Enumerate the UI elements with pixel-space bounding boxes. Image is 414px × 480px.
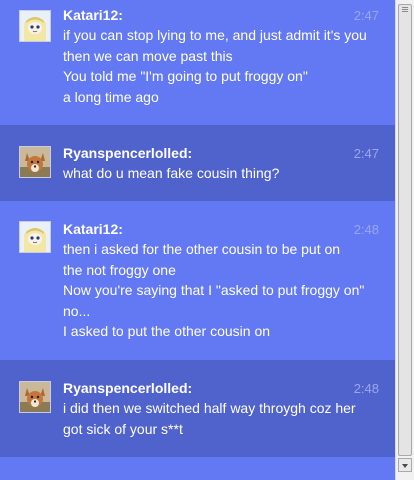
- sender-name: Ryanspencerlolled:: [63, 145, 193, 161]
- message-line: if you can stop lying to me, and just ad…: [63, 27, 367, 43]
- scrollbar-grip-icon: [402, 7, 408, 8]
- message-body: what do u mean fake cousin thing?: [63, 163, 383, 184]
- vertical-scrollbar[interactable]: [395, 0, 414, 480]
- chevron-down-icon: [402, 464, 408, 468]
- message-body: then i asked for the other cousin to be …: [63, 239, 383, 342]
- message-timestamp: 2:48: [353, 222, 379, 237]
- message-line: a long time ago: [63, 88, 159, 105]
- scroll-down-button[interactable]: [398, 458, 412, 472]
- message-line: what do u mean fake cousin thing?: [63, 165, 280, 181]
- chat-window: Katari12: 2:47 if you can stop lying to …: [0, 0, 414, 480]
- message-line: then i asked for the other cousin to be …: [63, 241, 341, 257]
- message-line: then we can move past this: [63, 47, 233, 64]
- message-line: i did then we switched half way throygh …: [63, 400, 356, 416]
- chat-message: Ryanspencerlolled: 2:48 i did then we sw…: [0, 360, 395, 457]
- cartoon-character-avatar: [19, 10, 51, 42]
- message-timestamp: 2:47: [353, 146, 379, 161]
- cartoon-character-avatar: [19, 221, 51, 253]
- sender-name: Katari12:: [63, 7, 123, 23]
- chat-message: Katari12: 2:47 if you can stop lying to …: [0, 0, 395, 125]
- message-line: no...: [63, 302, 91, 319]
- sender-name: Katari12:: [63, 221, 123, 237]
- dog-photo-avatar: [19, 146, 51, 178]
- scrollbar-grip-icon: [402, 9, 408, 10]
- message-line: the not froggy one: [63, 261, 176, 278]
- message-line: I asked to put the other cousin on: [63, 323, 271, 339]
- chat-message: Ryanspencerlolled: 2:47 what do u mean f…: [0, 125, 395, 201]
- message-timestamp: 2:47: [353, 8, 379, 23]
- scrollbar-thumb[interactable]: [398, 4, 412, 456]
- message-line: Now you're saying that I "asked to put f…: [63, 282, 365, 298]
- dog-photo-avatar: [19, 381, 51, 413]
- sender-name: Ryanspencerlolled:: [63, 380, 193, 396]
- chat-message: Katari12: 2:48 then i asked for the othe…: [0, 201, 395, 360]
- chat-message-partial: [0, 457, 395, 480]
- message-line: You told me "I'm going to put froggy on": [63, 68, 308, 84]
- message-body: i did then we switched half way throygh …: [63, 398, 383, 439]
- message-list[interactable]: Katari12: 2:47 if you can stop lying to …: [0, 0, 395, 480]
- message-timestamp: 2:48: [353, 381, 379, 396]
- message-body: if you can stop lying to me, and just ad…: [63, 25, 383, 107]
- message-line: got sick of your s**t: [63, 420, 183, 437]
- scrollbar-grip-icon: [402, 11, 408, 12]
